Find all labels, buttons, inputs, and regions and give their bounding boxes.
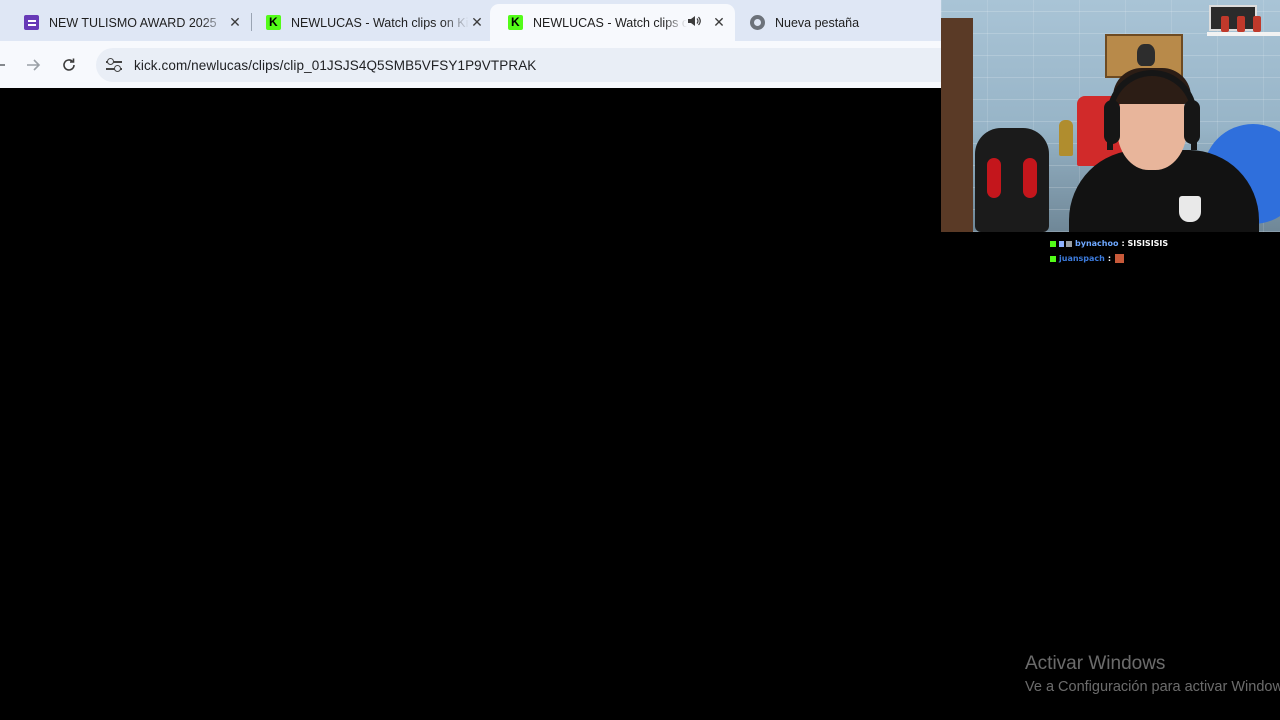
- chat-message: bynachoo : SISISISIS: [1050, 236, 1168, 251]
- watermark-title: Activar Windows: [1025, 653, 1166, 674]
- back-arrow-icon[interactable]: [0, 52, 12, 78]
- close-icon[interactable]: ✕: [227, 14, 243, 31]
- gaming-chair: [975, 128, 1049, 232]
- wall-frame: [1209, 5, 1257, 31]
- speaker-icon[interactable]: [687, 15, 705, 30]
- trophy: [1059, 120, 1073, 156]
- url-text[interactable]: kick.com/newlucas/clips/clip_01JSJS4Q5SM…: [134, 58, 536, 73]
- tab-title: Nueva pestaña: [775, 15, 860, 30]
- verified-badge-icon: [1059, 240, 1064, 247]
- kick-icon: K: [508, 15, 523, 30]
- tab-title: NEWLUCAS - Watch clips on Kick: [291, 15, 469, 30]
- close-icon[interactable]: ✕: [711, 14, 727, 31]
- door: [941, 18, 973, 232]
- tab-tulismo-award[interactable]: NEW TULISMO AWARD 2025 ✕: [6, 4, 251, 41]
- forms-icon: [24, 15, 39, 30]
- chat-message: juanspach :: [1050, 251, 1168, 266]
- kick-badge-icon: [1050, 240, 1056, 247]
- emote-icon: [1115, 254, 1125, 263]
- chat-username: juanspach: [1059, 254, 1105, 263]
- address-bar[interactable]: kick.com/newlucas/clips/clip_01JSJS4Q5SM…: [96, 48, 941, 82]
- tab-newlucas-clips[interactable]: K NEWLUCAS - Watch clips on Kick ✕: [248, 4, 493, 41]
- chat-text: : SISISISIS: [1121, 239, 1169, 248]
- kick-badge-icon: [1050, 255, 1056, 262]
- tab-title: NEW TULISMO AWARD 2025: [49, 15, 217, 30]
- reload-icon[interactable]: [56, 52, 82, 78]
- tune-icon[interactable]: [106, 58, 122, 72]
- tab-newlucas-clips-active[interactable]: K NEWLUCAS - Watch clips on Kick ✕: [490, 4, 735, 41]
- chat-username: bynachoo: [1075, 239, 1119, 248]
- kick-icon: K: [266, 15, 281, 30]
- club-crest: [1179, 196, 1201, 222]
- tab-title: NEWLUCAS - Watch clips on Kick: [533, 15, 687, 30]
- close-icon[interactable]: ✕: [469, 14, 485, 31]
- stream-chat: bynachoo : SISISISIS juanspach :: [1050, 236, 1168, 266]
- tab-strip: NEW TULISMO AWARD 2025 ✕ K NEWLUCAS - Wa…: [0, 0, 941, 41]
- subscriber-badge-icon: [1066, 240, 1072, 247]
- tab-new-tab[interactable]: Nueva pestaña: [732, 4, 932, 41]
- streamer-webcam: [941, 0, 1280, 232]
- shelf: [1207, 32, 1280, 36]
- windows-activation-watermark: Activar Windows Ve a Configuración para …: [1025, 652, 1280, 698]
- browser-toolbar: kick.com/newlucas/clips/clip_01JSJS4Q5SM…: [0, 41, 941, 88]
- watermark-subtitle: Ve a Configuración para activar Windows.: [1025, 679, 1280, 695]
- chat-text: :: [1107, 254, 1112, 263]
- browser-window: NEW TULISMO AWARD 2025 ✕ K NEWLUCAS - Wa…: [0, 0, 941, 88]
- chrome-icon: [750, 15, 765, 30]
- forward-arrow-icon[interactable]: [20, 52, 46, 78]
